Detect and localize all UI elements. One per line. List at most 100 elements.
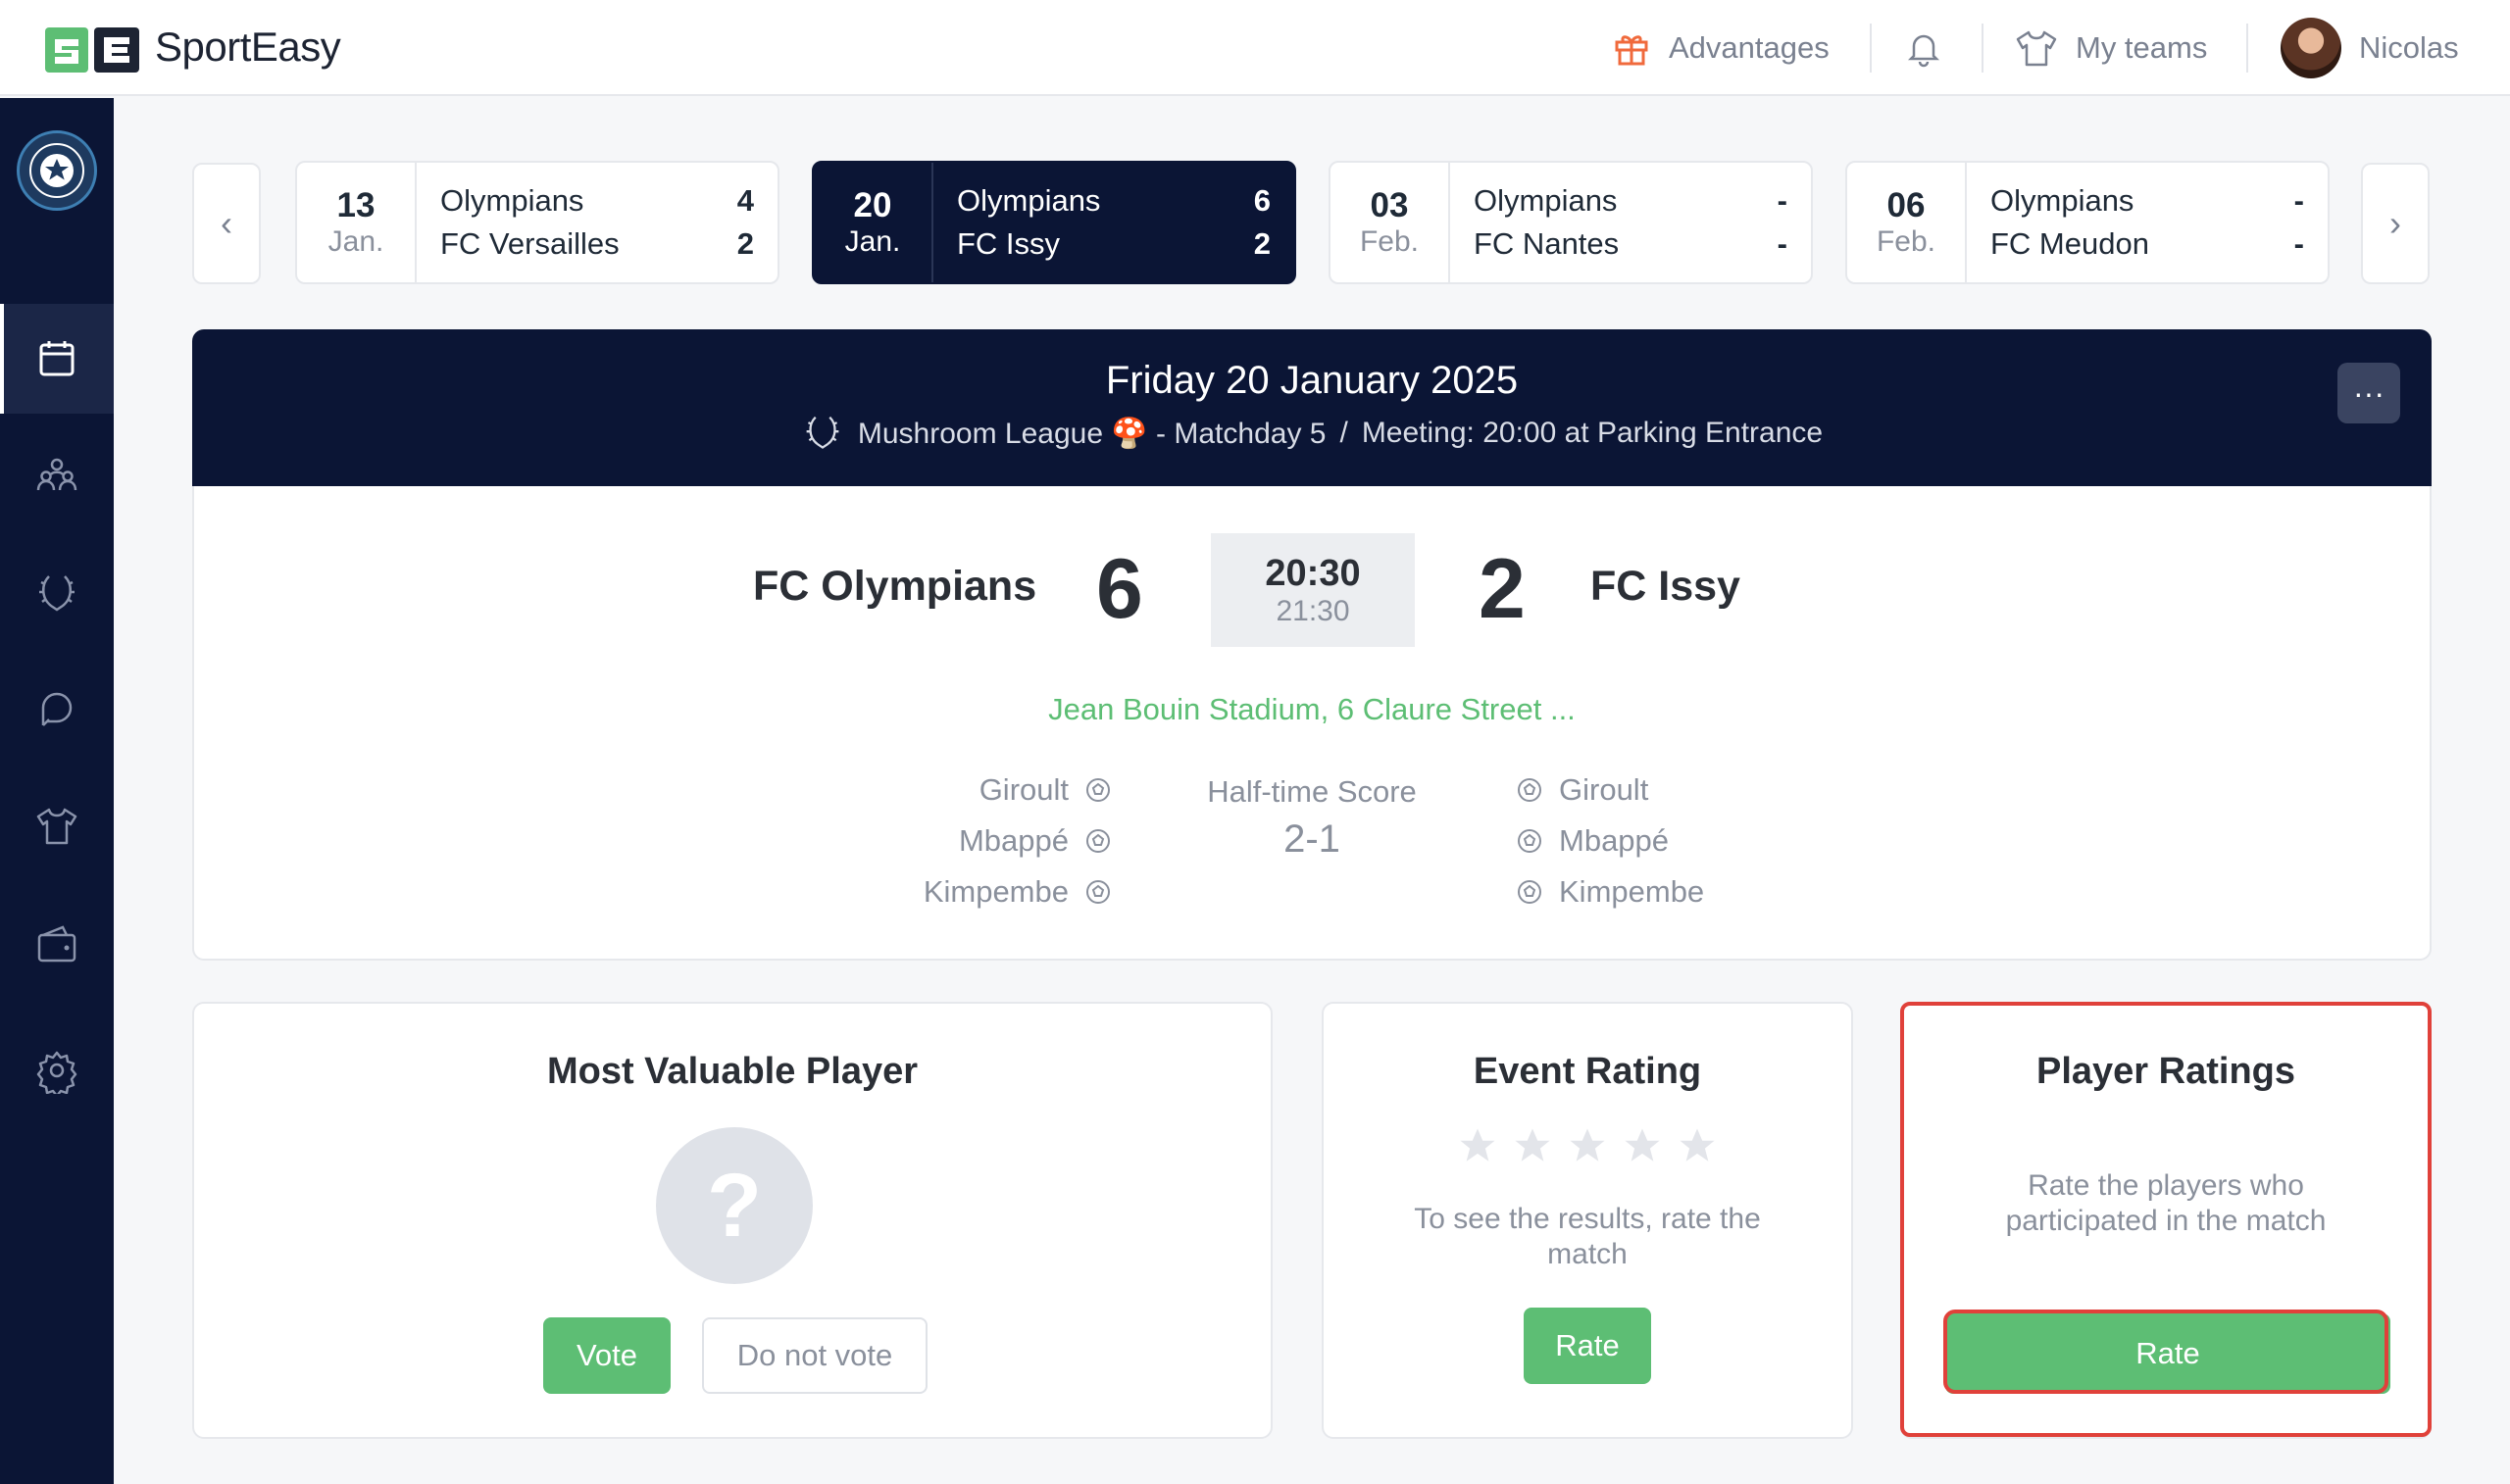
scorer-row: Kimpembe — [1516, 874, 1704, 910]
team-name: FC Meudon — [1990, 226, 2149, 261]
my-teams-label: My teams — [2076, 30, 2208, 65]
members-icon — [36, 458, 77, 491]
separator: / — [1339, 417, 1348, 449]
team-score: 2 — [736, 226, 754, 261]
scorer-name: Mbappé — [1559, 823, 1670, 858]
divider — [1870, 24, 1872, 73]
avatar — [2281, 18, 2341, 78]
divider — [1982, 24, 1983, 73]
event-date: Friday 20 January 2025 — [1105, 359, 1519, 402]
team-name: FC Versailles — [440, 226, 620, 261]
star-icon[interactable] — [1512, 1125, 1553, 1166]
event-rating-title: Event Rating — [1473, 1051, 1702, 1092]
rate-event-button[interactable]: Rate — [1524, 1308, 1651, 1384]
home-team-name[interactable]: FC Olympians — [753, 563, 1036, 611]
laurel-icon — [39, 575, 75, 612]
halftime-label: Half-time Score — [1207, 774, 1417, 809]
start-time: 20:30 — [1265, 552, 1361, 594]
match-teams: Olympians 6 FC Issy 2 — [933, 163, 1294, 282]
match-day: 20 — [853, 186, 892, 225]
carousel-prev-button[interactable]: ‹ — [192, 163, 261, 284]
team-score: - — [2293, 226, 2304, 261]
star-icon[interactable] — [1567, 1125, 1608, 1166]
match-month: Jan. — [844, 224, 901, 258]
club-crest-icon — [29, 143, 84, 198]
do-not-vote-button[interactable]: Do not vote — [702, 1317, 928, 1394]
scorer-name: Giroult — [1559, 772, 1649, 807]
away-team-name[interactable]: FC Issy — [1590, 563, 1740, 611]
club-logo[interactable] — [17, 130, 97, 211]
advantages-link[interactable]: Advantages — [1612, 24, 1830, 73]
halftime-score: 2-1 — [1283, 817, 1340, 861]
mvp-card: Most Valuable Player ? Vote Do not vote — [192, 1002, 1273, 1439]
match-date: 13 Jan. — [297, 163, 417, 282]
soccer-ball-icon — [1086, 829, 1110, 853]
match-card[interactable]: 03 Feb. Olympians - FC Nantes - — [1329, 161, 1813, 284]
laurel-icon — [806, 416, 839, 449]
vote-button[interactable]: Vote — [543, 1317, 671, 1394]
match-date: 20 Jan. — [814, 163, 933, 282]
wallet-icon — [37, 925, 76, 963]
team-name: FC Issy — [957, 226, 1061, 261]
match-day: 06 — [1886, 186, 1926, 225]
sidebar-item-members[interactable] — [33, 453, 80, 500]
league-name[interactable]: Mushroom League 🍄 - Matchday 5 — [858, 417, 1327, 451]
more-options-button[interactable]: ··· — [2337, 363, 2400, 423]
mvp-placeholder-avatar: ? — [656, 1127, 813, 1284]
user-menu[interactable]: Nicolas — [2281, 18, 2459, 78]
gift-icon — [1615, 35, 1648, 66]
scorer-name: Kimpembe — [1559, 874, 1705, 909]
brand-name[interactable]: SportEasy — [155, 24, 341, 71]
carousel-next-button[interactable]: › — [2361, 163, 2430, 284]
star-icon[interactable] — [1457, 1125, 1498, 1166]
sidebar-item-competition[interactable] — [33, 569, 80, 616]
event-subtitle: Mushroom League 🍄 - Matchday 5 / Meeting… — [192, 414, 2432, 453]
team-score: - — [1777, 226, 1787, 261]
team-name: Olympians — [1990, 183, 2134, 218]
match-card-selected[interactable]: 20 Jan. Olympians 6 FC Issy 2 — [812, 161, 1296, 284]
star-icon[interactable] — [1622, 1125, 1663, 1166]
match-teams: Olympians - FC Meudon - — [1967, 163, 2328, 282]
venue-link[interactable]: Jean Bouin Stadium, 6 Claure Street ... — [192, 692, 2432, 727]
end-time: 21:30 — [1276, 594, 1350, 627]
match-card[interactable]: 13 Jan. Olympians 4 FC Versailles 2 — [295, 161, 779, 284]
away-score: 2 — [1479, 542, 1526, 636]
scorer-row: Giroult — [1516, 772, 1648, 808]
chat-icon — [41, 692, 73, 726]
match-month: Jan. — [327, 224, 384, 258]
sidebar-item-jersey[interactable] — [33, 804, 80, 851]
soccer-ball-icon — [1518, 880, 1541, 904]
button-highlight-frame — [1943, 1310, 2388, 1394]
meeting-info: Meeting: 20:00 at Parking Entrance — [1361, 417, 1824, 449]
match-card[interactable]: 06 Feb. Olympians - FC Meudon - — [1845, 161, 2330, 284]
event-rating-text: To see the results, rate the match — [1414, 1203, 1761, 1270]
match-time: 20:30 21:30 — [1211, 533, 1415, 647]
scorer-row: Mbappé — [959, 823, 1112, 859]
match-teams: Olympians - FC Nantes - — [1450, 163, 1811, 282]
match-teams: Olympians 4 FC Versailles 2 — [417, 163, 778, 282]
scorer-row: Kimpembe — [924, 874, 1112, 910]
team-score: - — [2293, 183, 2304, 218]
ellipsis-icon: ··· — [2353, 374, 2384, 411]
team-score: 4 — [736, 183, 754, 218]
sidebar-item-chat[interactable] — [33, 686, 80, 733]
sporteasy-logo-icon[interactable] — [45, 25, 143, 74]
my-teams-link[interactable]: My teams — [2015, 24, 2207, 73]
event-rating-card: Event Rating To see the results, rate th… — [1322, 1002, 1853, 1439]
team-name: Olympians — [957, 183, 1101, 218]
sidebar-item-wallet[interactable] — [33, 921, 80, 968]
sidebar-item-calendar[interactable] — [33, 335, 80, 382]
star-rating[interactable] — [1324, 1125, 1851, 1166]
scorer-name: Kimpembe — [923, 874, 1069, 909]
home-scorers: Giroult Mbappé Kimpembe — [784, 772, 1112, 910]
soccer-ball-icon — [1086, 778, 1110, 802]
notifications-button[interactable] — [1904, 24, 1943, 73]
chevron-left-icon: ‹ — [221, 203, 232, 243]
mvp-title: Most Valuable Player — [546, 1051, 919, 1092]
away-scorers: Giroult Mbappé Kimpembe — [1516, 772, 1869, 910]
top-bar: SportEasy Advantages My teams Nicolas — [0, 0, 2510, 96]
sidebar-item-settings[interactable] — [33, 1047, 80, 1098]
star-icon[interactable] — [1677, 1125, 1718, 1166]
divider — [2246, 24, 2248, 73]
scorer-name: Mbappé — [958, 823, 1069, 858]
